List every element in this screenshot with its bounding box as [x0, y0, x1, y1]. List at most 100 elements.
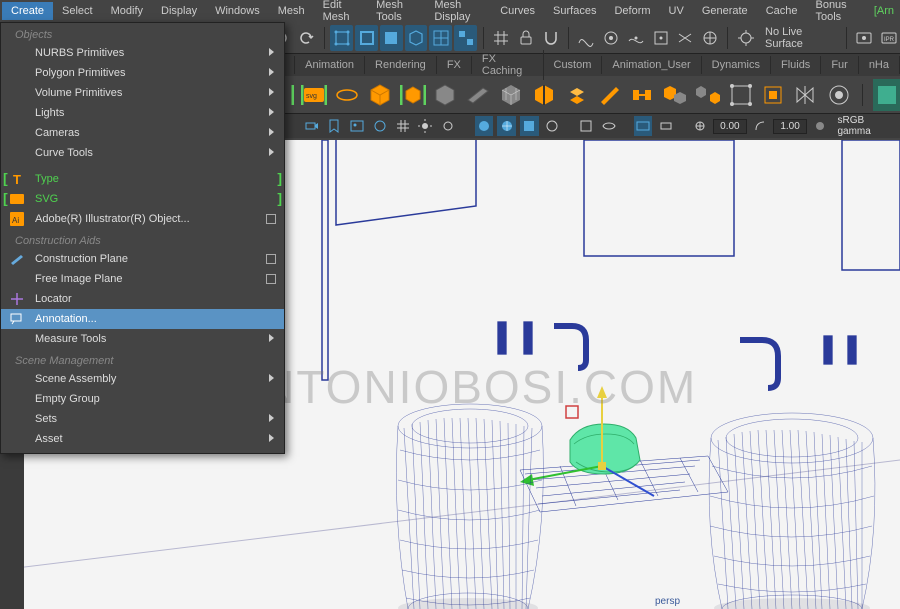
menu-sets[interactable]: Sets: [1, 409, 284, 429]
subdiv-shelf-icon[interactable]: [498, 79, 525, 111]
shelf-tab-nhair[interactable]: nHa: [859, 56, 900, 74]
menu-locator[interactable]: Locator: [1, 289, 284, 309]
plane-shelf-icon[interactable]: [465, 79, 492, 111]
select-edge-icon[interactable]: [355, 25, 378, 51]
snap-grid-icon[interactable]: [490, 25, 513, 51]
menu-uv[interactable]: UV: [660, 2, 693, 20]
menu-volume-primitives[interactable]: Volume Primitives: [1, 83, 284, 103]
gamma-icon[interactable]: [751, 116, 770, 136]
menu-bonus-tools[interactable]: Bonus Tools: [806, 0, 867, 26]
renderer-label[interactable]: [Arn: [868, 2, 900, 20]
exposure-icon[interactable]: [690, 116, 709, 136]
snap-plane-icon[interactable]: [674, 25, 697, 51]
menu-lights[interactable]: Lights: [1, 103, 284, 123]
shelf-tab-rendering[interactable]: Rendering: [365, 56, 437, 74]
option-box-icon[interactable]: [266, 214, 276, 224]
snap-view-icon[interactable]: [649, 25, 672, 51]
cube-shelf-icon[interactable]: [366, 79, 393, 111]
snap-point-icon[interactable]: [600, 25, 623, 51]
mirror-shelf-icon[interactable]: [793, 79, 820, 111]
film-gate-icon[interactable]: [656, 116, 675, 136]
bookmark-icon[interactable]: [325, 116, 344, 136]
menu-polygon-primitives[interactable]: Polygon Primitives: [1, 63, 284, 83]
image-plane-icon[interactable]: [348, 116, 367, 136]
cube-bracket-shelf-icon[interactable]: [399, 79, 426, 111]
separate-shelf-icon[interactable]: [694, 79, 721, 111]
gamma-value[interactable]: 1.00: [773, 119, 806, 134]
menu-surfaces[interactable]: Surfaces: [544, 2, 605, 20]
select-vertex-icon[interactable]: [330, 25, 353, 51]
bridge-shelf-icon[interactable]: [629, 79, 656, 111]
solid-cube-icon[interactable]: [432, 79, 459, 111]
menu-windows[interactable]: Windows: [206, 2, 269, 20]
shadow-icon[interactable]: [439, 116, 458, 136]
menu-display[interactable]: Display: [152, 2, 206, 20]
menu-cache[interactable]: Cache: [757, 2, 807, 20]
gate-icon[interactable]: [634, 116, 653, 136]
render-icon[interactable]: [852, 25, 875, 51]
shelf-tab-dynamics[interactable]: Dynamics: [702, 56, 771, 74]
grid-icon[interactable]: [393, 116, 412, 136]
select-object-icon[interactable]: [405, 25, 428, 51]
shaded-icon[interactable]: [475, 116, 494, 136]
colorspace-label[interactable]: sRGB gamma: [833, 115, 900, 137]
option-box-icon[interactable]: [266, 274, 276, 284]
light-icon[interactable]: [416, 116, 435, 136]
shelf-tab-animuser[interactable]: Animation_User: [602, 56, 701, 74]
2d-pan-icon[interactable]: [370, 116, 389, 136]
menu-mesh-display[interactable]: Mesh Display: [425, 0, 491, 26]
soft-shelf-icon[interactable]: [760, 79, 787, 111]
select-multi-icon[interactable]: [454, 25, 477, 51]
shelf-tab-fx[interactable]: FX: [437, 56, 472, 74]
menu-mesh-tools[interactable]: Mesh Tools: [367, 0, 425, 26]
menu-measure-tools[interactable]: Measure Tools: [1, 329, 284, 349]
view-transform-icon[interactable]: [811, 116, 830, 136]
shelf-tab-fxcaching[interactable]: FX Caching: [472, 50, 544, 80]
wireframe-on-shaded-icon[interactable]: [497, 116, 516, 136]
disc-shelf-icon[interactable]: [334, 79, 361, 111]
extrude-shelf-icon[interactable]: [563, 79, 590, 111]
shelf-tab-custom[interactable]: Custom: [544, 56, 603, 74]
select-face-icon[interactable]: [380, 25, 403, 51]
isolate-icon[interactable]: [577, 116, 596, 136]
show-icon[interactable]: [599, 116, 618, 136]
ipr-icon[interactable]: IPR: [877, 25, 900, 51]
menu-annotation[interactable]: Annotation...: [1, 309, 284, 329]
menu-scene-assembly[interactable]: Scene Assembly: [1, 369, 284, 389]
menu-asset[interactable]: Asset: [1, 429, 284, 449]
menu-type[interactable]: [ T Type ]: [1, 169, 284, 189]
svg-shelf-icon[interactable]: svg: [301, 79, 328, 111]
exposure-value[interactable]: 0.00: [713, 119, 746, 134]
arnold-shelf-icon[interactable]: [873, 79, 900, 111]
menu-illustrator-object[interactable]: Ai Adobe(R) Illustrator(R) Object...: [1, 209, 284, 229]
menu-generate[interactable]: Generate: [693, 2, 757, 20]
menu-edit-mesh[interactable]: Edit Mesh: [314, 0, 367, 26]
smooth-shelf-icon[interactable]: [826, 79, 853, 111]
snap-surface-icon[interactable]: [624, 25, 647, 51]
magnet-icon[interactable]: [539, 25, 562, 51]
menu-cameras[interactable]: Cameras: [1, 123, 284, 143]
shelf-tab-fur[interactable]: Fur: [821, 56, 859, 74]
snap-live-icon[interactable]: [699, 25, 722, 51]
menu-modify[interactable]: Modify: [102, 2, 152, 20]
menu-curves[interactable]: Curves: [491, 2, 544, 20]
redo-icon[interactable]: [295, 25, 318, 51]
menu-create[interactable]: Create: [2, 2, 53, 20]
menu-free-image-plane[interactable]: Free Image Plane: [1, 269, 284, 289]
xray-icon[interactable]: [543, 116, 562, 136]
menu-empty-group[interactable]: Empty Group: [1, 389, 284, 409]
menu-deform[interactable]: Deform: [605, 2, 659, 20]
option-box-icon[interactable]: [266, 254, 276, 264]
menu-mesh[interactable]: Mesh: [269, 2, 314, 20]
bevel-shelf-icon[interactable]: [596, 79, 623, 111]
lattice-shelf-icon[interactable]: [727, 79, 754, 111]
lock-icon[interactable]: [515, 25, 538, 51]
select-uv-icon[interactable]: [429, 25, 452, 51]
split-shelf-icon[interactable]: [530, 79, 557, 111]
menu-construction-plane[interactable]: Construction Plane: [1, 249, 284, 269]
menu-select[interactable]: Select: [53, 2, 102, 20]
menu-svg[interactable]: [ SVG ]: [1, 189, 284, 209]
snap-curve-icon[interactable]: [575, 25, 598, 51]
textured-icon[interactable]: [520, 116, 539, 136]
shelf-tab-fluids[interactable]: Fluids: [771, 56, 821, 74]
